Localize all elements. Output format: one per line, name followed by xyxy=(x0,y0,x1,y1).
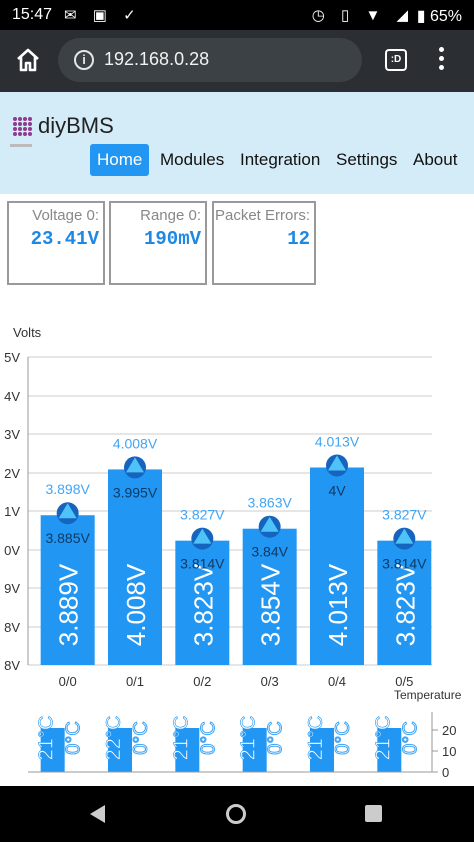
more-menu-icon[interactable] xyxy=(436,47,446,73)
temp-tick-label: 10 xyxy=(442,744,456,759)
max-voltage-label: 3.827V xyxy=(180,507,225,523)
home-icon[interactable] xyxy=(14,46,42,74)
y-tick-label: 0V xyxy=(4,543,20,558)
battery-percent: 65% xyxy=(429,8,462,25)
y-tick-label: 8V xyxy=(4,658,20,673)
y-tick-label: 3V xyxy=(4,427,20,442)
app-header: diyBMS Home Modules Integration Settings… xyxy=(0,92,474,194)
status-time: 15:47 xyxy=(12,6,53,23)
internal-temp-label: 0°C xyxy=(399,721,421,755)
bar-value-label: 3.854V xyxy=(256,563,286,646)
min-voltage-label: 3.995V xyxy=(113,484,158,500)
info-icon[interactable]: i xyxy=(74,50,94,70)
notification-icons: ✉ ▣ ✓ xyxy=(64,7,142,24)
browser-toolbar: i 192.168.0.28 :D xyxy=(0,30,474,92)
x-category-label: 0/5 xyxy=(395,674,413,689)
range-label: Range 0: xyxy=(140,207,201,224)
external-temp-label: 21°C xyxy=(170,716,192,761)
y-tick-label: 2V xyxy=(4,466,20,481)
max-voltage-label: 3.898V xyxy=(45,481,90,497)
max-voltage-label: 3.827V xyxy=(382,507,427,523)
home-circle-icon[interactable] xyxy=(226,804,246,824)
battery-indicator: ▮ 65% xyxy=(416,8,462,25)
address-bar[interactable]: i 192.168.0.28 xyxy=(58,38,362,82)
packet-errors-value: 12 xyxy=(287,228,310,250)
external-temp-label: 21°C xyxy=(238,716,260,761)
internal-temp-label: 0°C xyxy=(197,721,219,755)
internal-temp-label: 0°C xyxy=(130,721,152,755)
min-voltage-label: 4V xyxy=(328,482,346,498)
voltage-value: 23.41V xyxy=(30,228,99,250)
nav-modules[interactable]: Modules xyxy=(153,144,231,176)
y-tick-label: 8V xyxy=(4,620,20,635)
nav-settings[interactable]: Settings xyxy=(329,144,404,176)
internal-temp-label: 0°C xyxy=(332,721,354,755)
external-temp-label: 22°C xyxy=(103,716,125,761)
internal-temp-label: 0°C xyxy=(63,721,85,755)
bar-value-label: 3.823V xyxy=(188,563,218,646)
bar-value-label: 4.008V xyxy=(121,563,151,646)
min-voltage-label: 3.885V xyxy=(45,530,90,546)
voltage-label: Voltage 0: xyxy=(32,207,99,224)
max-voltage-label: 4.013V xyxy=(315,433,360,449)
bar-value-label: 4.013V xyxy=(323,563,353,646)
nav-about[interactable]: About xyxy=(406,144,464,176)
app-title: diyBMS xyxy=(38,113,114,138)
nav-integration[interactable]: Integration xyxy=(233,144,327,176)
y-tick-label: 1V xyxy=(4,504,20,519)
recent-apps-icon[interactable] xyxy=(365,805,382,822)
cell-voltage-chart: 5V 4V 3V 2V 1V 0V 9V 8V 8V 3.889V 3.898V 3.885V 0/0 2… xyxy=(4,350,456,780)
bar-value-label: 3.889V xyxy=(54,563,84,646)
y-tick-label: 5V xyxy=(4,350,20,365)
packet-errors-tile: Packet Errors: 12 xyxy=(212,201,316,285)
external-temp-label: 21°C xyxy=(36,716,58,761)
x-category-label: 0/0 xyxy=(59,674,77,689)
min-voltage-label: 3.84V xyxy=(251,544,288,560)
system-icons: ◷ ▯ ▼ ◢ xyxy=(311,7,414,24)
logo-icon xyxy=(13,117,32,136)
x-category-label: 0/3 xyxy=(261,674,279,689)
voltage-tile: Voltage 0: 23.41V xyxy=(7,201,105,285)
x-category-label: 0/2 xyxy=(193,674,211,689)
y-tick-label: 4V xyxy=(4,389,20,404)
internal-temp-label: 0°C xyxy=(265,721,287,755)
y-tick-label: 9V xyxy=(4,581,20,596)
status-bar: 15:47 ✉ ▣ ✓ ◷ ▯ ▼ ◢ ▮ 65% xyxy=(0,0,474,30)
android-nav-bar xyxy=(0,786,474,842)
range-value: 190mV xyxy=(143,228,201,250)
logo-underline xyxy=(10,144,32,147)
range-tile: Range 0: 190mV xyxy=(109,201,207,285)
temp-tick-label: 20 xyxy=(442,723,456,738)
external-temp-label: 21°C xyxy=(305,716,327,761)
x-category-label: 0/4 xyxy=(328,674,346,689)
nav-home[interactable]: Home xyxy=(90,144,150,176)
back-icon[interactable] xyxy=(90,805,105,823)
temp-tick-label: 0 xyxy=(442,765,449,780)
bar-value-label: 3.823V xyxy=(390,563,420,646)
tabs-button[interactable]: :D xyxy=(385,49,407,71)
packet-errors-label: Packet Errors: xyxy=(214,207,310,224)
min-voltage-label: 3.814V xyxy=(382,556,427,572)
url-text[interactable]: 192.168.0.28 xyxy=(104,49,209,70)
max-voltage-label: 3.863V xyxy=(247,495,292,511)
max-voltage-label: 4.008V xyxy=(113,435,158,451)
external-temp-label: 21°C xyxy=(372,716,394,761)
min-voltage-label: 3.814V xyxy=(180,556,225,572)
x-category-label: 0/1 xyxy=(126,674,144,689)
